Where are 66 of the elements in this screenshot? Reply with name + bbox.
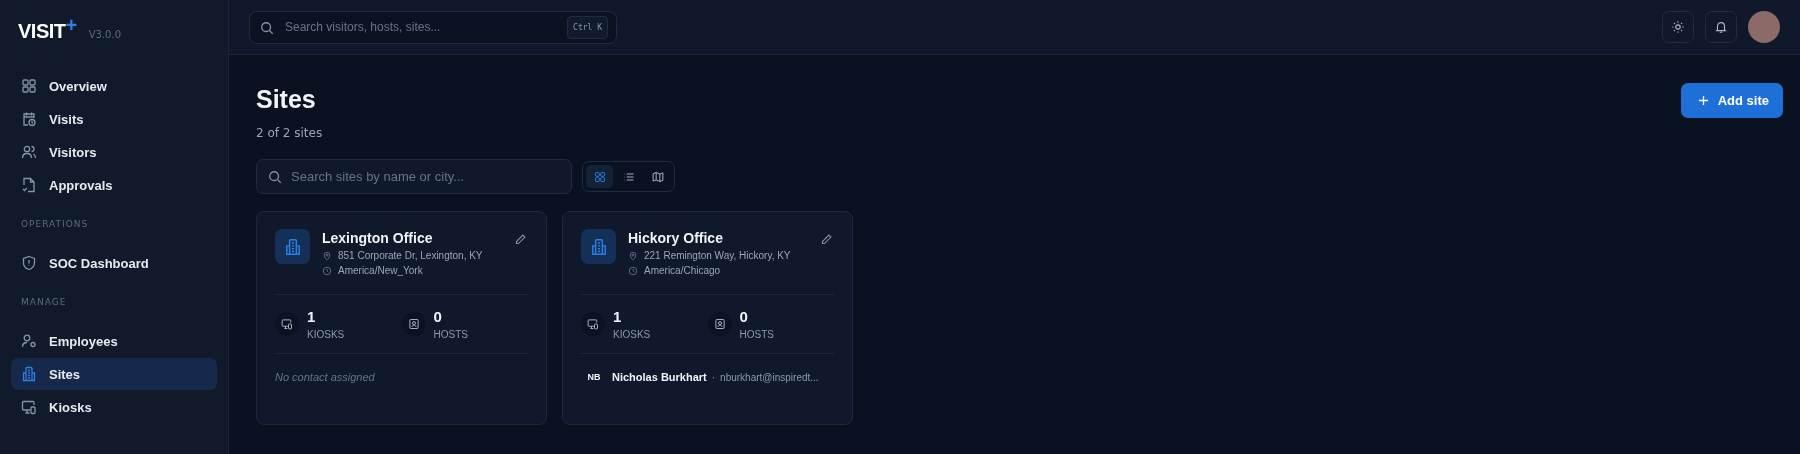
shield-alert-icon: [21, 255, 37, 271]
building-icon: [581, 229, 616, 264]
grid-icon: [593, 170, 606, 183]
site-address: 221 Remington Way, Hickory, KY: [644, 250, 791, 261]
site-timezone: America/Chicago: [644, 265, 721, 276]
sidebar-item[interactable]: Sites: [11, 358, 217, 390]
map-icon: [651, 170, 664, 183]
building-icon: [21, 366, 37, 382]
avatar[interactable]: [1748, 11, 1780, 43]
page-title: Sites: [256, 85, 317, 114]
search-field[interactable]: Search sites by name or city...: [256, 159, 572, 194]
map-pin-icon: [322, 250, 332, 261]
user-cog-icon: [21, 333, 37, 349]
contact-email: nburkhart@inspiredt...: [720, 371, 819, 383]
kiosk-icon: [21, 399, 37, 415]
site-count: 2 of 2 sites: [256, 126, 323, 140]
sidebar-item[interactable]: Kiosks: [11, 391, 217, 423]
version-label: V3.0.0: [88, 29, 121, 40]
sun-icon: [1671, 20, 1685, 34]
site-timezone: America/New_York: [338, 265, 423, 276]
shortcut-hint: Ctrl K: [567, 15, 608, 39]
view-toggle[interactable]: [586, 165, 613, 188]
stat-label: KIOSKS: [613, 329, 651, 340]
clock-icon: [628, 265, 638, 276]
stat-label: HOSTS: [739, 329, 774, 340]
theme-toggle-button[interactable]: [1662, 11, 1694, 43]
notifications-button[interactable]: [1705, 11, 1737, 43]
file-check-icon: [21, 177, 37, 193]
building-icon: [275, 229, 310, 264]
sidebar-item[interactable]: SOC Dashboard: [11, 247, 217, 279]
site-name: Hickory Office: [628, 230, 724, 246]
search-icon: [268, 170, 282, 184]
kiosk-icon: [281, 318, 293, 330]
contact-initials: NB: [586, 372, 602, 382]
site-name: Lexington Office: [322, 230, 434, 246]
separator: ·: [711, 371, 716, 383]
sidebar-item[interactable]: Overview: [11, 70, 217, 102]
users-icon: [21, 144, 37, 160]
search-icon: [260, 20, 274, 35]
clock-icon: [322, 265, 332, 276]
no-contact-text: No contact assigned: [275, 371, 375, 383]
stat-value: 0: [433, 308, 443, 325]
stat-value: 1: [307, 308, 317, 325]
bell-icon: [1714, 20, 1728, 34]
map-pin-icon: [628, 250, 638, 261]
contact-card-icon: [407, 318, 420, 330]
plus-icon: [1696, 94, 1710, 107]
sidebar-item[interactable]: Approvals: [11, 169, 217, 201]
section-heading: OPERATIONS: [20, 219, 90, 231]
kiosk-icon: [587, 318, 599, 330]
pencil-icon: [513, 233, 527, 246]
contact-name: Nicholas Burkhart: [612, 371, 707, 383]
grid-icon: [21, 78, 37, 94]
sidebar-item[interactable]: Visits: [11, 103, 217, 135]
contact-card-icon: [713, 318, 726, 330]
stat-label: HOSTS: [433, 329, 468, 340]
add-site-button[interactable]: Add site: [1680, 83, 1783, 118]
stat-label: KIOSKS: [307, 329, 345, 340]
stat-value: 1: [613, 308, 623, 325]
sidebar-item[interactable]: Employees: [11, 325, 217, 357]
site-address: 851 Corporate Dr, Lexington, KY: [338, 250, 483, 261]
section-heading: MANAGE: [20, 297, 68, 309]
pencil-icon: [819, 233, 833, 246]
calendar-clock-icon: [21, 111, 37, 127]
stat-value: 0: [739, 308, 749, 325]
sidebar-item[interactable]: Visitors: [11, 136, 217, 168]
